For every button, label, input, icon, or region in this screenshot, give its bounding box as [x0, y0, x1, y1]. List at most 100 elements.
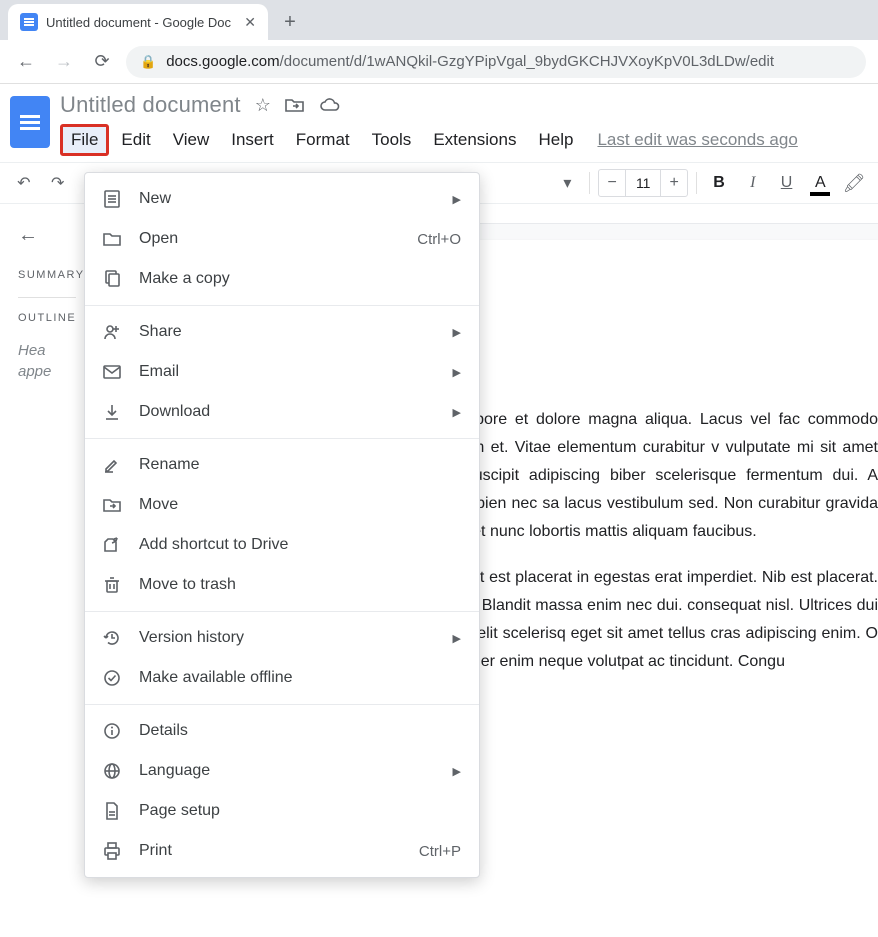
style-dropdown[interactable]: ▾ — [554, 168, 582, 198]
menu-item-make-available-offline[interactable]: Make available offline — [85, 658, 479, 698]
menu-item-label: New — [139, 190, 437, 208]
outline-panel: ← SUMMARY OUTLINE Heaappe — [0, 204, 86, 935]
menu-item-label: Language — [139, 762, 437, 780]
menu-separator — [85, 611, 479, 612]
offline-icon — [103, 669, 123, 687]
font-size-value[interactable]: 11 — [625, 170, 661, 196]
menu-item-label: Share — [139, 323, 437, 341]
mail-icon — [103, 363, 123, 381]
menu-extensions[interactable]: Extensions — [423, 126, 526, 154]
star-icon[interactable]: ☆ — [255, 95, 271, 116]
rename-icon — [103, 456, 123, 474]
menu-item-label: Open — [139, 230, 401, 248]
menu-item-email[interactable]: Email▶ — [85, 352, 479, 392]
menu-item-move[interactable]: Move — [85, 485, 479, 525]
page-icon — [103, 802, 123, 820]
menu-format[interactable]: Format — [286, 126, 360, 154]
document-title[interactable]: Untitled document — [60, 92, 241, 118]
browser-tab[interactable]: Untitled document - Google Doc ✕ — [8, 4, 268, 40]
docs-favicon — [20, 13, 38, 31]
menu-view[interactable]: View — [163, 126, 220, 154]
menu-insert[interactable]: Insert — [221, 126, 284, 154]
menu-item-label: Details — [139, 722, 461, 740]
menu-bar: FileEditViewInsertFormatToolsExtensionsH… — [60, 124, 868, 156]
lock-icon: 🔒 — [140, 54, 156, 70]
outline-back-button[interactable]: ← — [18, 224, 76, 247]
submenu-arrow-icon: ▶ — [453, 406, 461, 419]
menu-item-new[interactable]: New ▶ — [85, 179, 479, 219]
submenu-arrow-icon: ▶ — [453, 632, 461, 645]
menu-item-label: Make a copy — [139, 270, 461, 288]
separator — [696, 172, 697, 194]
menu-separator — [85, 305, 479, 306]
menu-item-page-setup[interactable]: Page setup — [85, 791, 479, 831]
italic-button[interactable]: I — [739, 168, 767, 198]
move-icon — [103, 496, 123, 514]
highlight-button[interactable]: 🖍 — [840, 168, 868, 198]
reload-button[interactable]: ⟳ — [88, 48, 116, 76]
menu-item-make-a-copy[interactable]: Make a copy — [85, 259, 479, 299]
submenu-arrow-icon: ▶ — [453, 193, 461, 206]
menu-file[interactable]: File — [60, 124, 109, 156]
folder-icon — [103, 230, 123, 248]
download-icon — [103, 403, 123, 421]
info-icon — [103, 722, 123, 740]
menu-item-print[interactable]: Print Ctrl+P — [85, 831, 479, 871]
summary-heading: SUMMARY — [18, 269, 76, 281]
undo-button[interactable]: ↶ — [10, 168, 38, 198]
menu-separator — [85, 438, 479, 439]
file-menu-dropdown: New▶OpenCtrl+OMake a copyShare▶Email▶Dow… — [84, 172, 480, 878]
menu-item-share[interactable]: Share▶ — [85, 312, 479, 352]
menu-item-details[interactable]: Details — [85, 711, 479, 751]
tab-title: Untitled document - Google Doc — [46, 15, 231, 30]
menu-item-add-shortcut-to-drive[interactable]: Add shortcut to Drive — [85, 525, 479, 565]
text-color-button[interactable]: A — [806, 168, 834, 198]
menu-item-rename[interactable]: Rename — [85, 445, 479, 485]
menu-item-open[interactable]: Open Ctrl+O — [85, 219, 479, 259]
bold-button[interactable]: B — [705, 168, 733, 198]
decrease-font-button[interactable]: − — [599, 170, 625, 196]
browser-toolbar: ← → ⟳ 🔒 docs.google.com/document/d/1wANQ… — [0, 40, 878, 84]
last-edit-link[interactable]: Last edit was seconds ago — [597, 130, 797, 150]
move-to-folder-icon[interactable] — [285, 97, 305, 113]
menu-help[interactable]: Help — [528, 126, 583, 154]
trash-icon — [103, 576, 123, 594]
menu-item-label: Page setup — [139, 802, 461, 820]
menu-separator — [85, 704, 479, 705]
docs-logo[interactable] — [10, 96, 50, 148]
copy-icon — [103, 270, 123, 288]
menu-item-download[interactable]: Download ▶ — [85, 392, 479, 432]
print-icon — [103, 842, 123, 860]
forward-button[interactable]: → — [50, 48, 78, 76]
url-host: docs.google.com — [166, 53, 279, 70]
submenu-arrow-icon: ▶ — [453, 765, 461, 778]
menu-item-label: Version history — [139, 629, 437, 647]
menu-item-label: Email — [139, 363, 437, 381]
menu-item-shortcut: Ctrl+P — [419, 843, 461, 860]
menu-item-label: Rename — [139, 456, 461, 474]
menu-item-shortcut: Ctrl+O — [417, 231, 461, 248]
menu-edit[interactable]: Edit — [111, 126, 160, 154]
font-size-control: − 11 + — [598, 169, 688, 197]
menu-item-label: Download — [139, 403, 437, 421]
cloud-status-icon[interactable] — [319, 97, 341, 113]
new-tab-button[interactable]: + — [276, 8, 304, 36]
menu-item-move-to-trash[interactable]: Move to trash — [85, 565, 479, 605]
browser-tab-strip: Untitled document - Google Doc ✕ + — [0, 0, 878, 40]
increase-font-button[interactable]: + — [661, 170, 687, 196]
menu-item-label: Add shortcut to Drive — [139, 536, 461, 554]
menu-item-label: Make available offline — [139, 669, 461, 687]
menu-item-label: Print — [139, 842, 403, 860]
redo-button[interactable]: ↷ — [44, 168, 72, 198]
shortcut-icon — [103, 536, 123, 554]
address-bar[interactable]: 🔒 docs.google.com/document/d/1wANQkil-Gz… — [126, 46, 866, 78]
menu-item-language[interactable]: Language ▶ — [85, 751, 479, 791]
back-button[interactable]: ← — [12, 48, 40, 76]
≡-icon — [103, 190, 123, 208]
menu-tools[interactable]: Tools — [362, 126, 422, 154]
close-tab-icon[interactable]: ✕ — [244, 14, 256, 31]
underline-button[interactable]: U — [773, 168, 801, 198]
menu-item-version-history[interactable]: Version history ▶ — [85, 618, 479, 658]
history-icon — [103, 629, 123, 647]
url-path: /document/d/1wANQkil-GzgYPipVgal_9bydGKC… — [280, 53, 774, 70]
